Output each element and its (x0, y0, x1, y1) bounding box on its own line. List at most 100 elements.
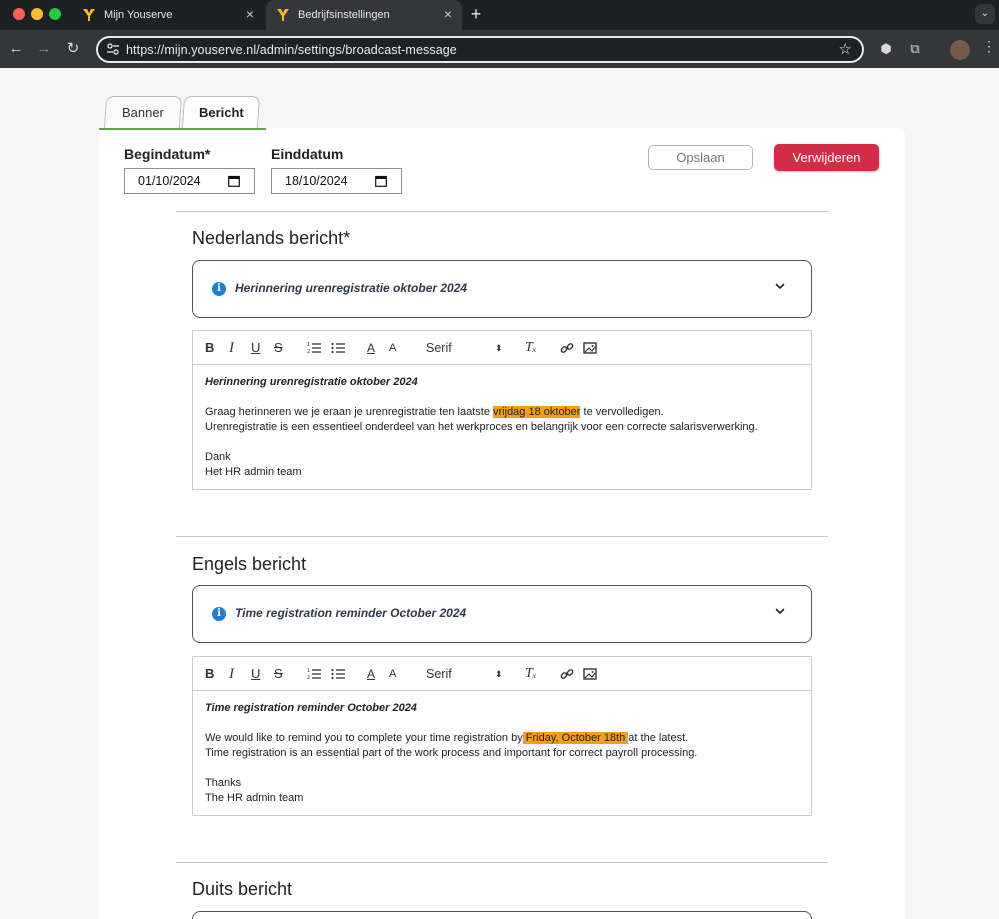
site-settings-icon[interactable] (106, 42, 120, 56)
browser-tab-bar: Mijn Youserve × Bedrijfsinstellingen × +… (0, 0, 999, 30)
address-bar[interactable]: https://mijn.youserve.nl/admin/settings/… (96, 36, 864, 63)
back-arrow-icon[interactable]: ← (6, 39, 26, 59)
info-icon: i (212, 607, 226, 621)
end-date-value: 18/10/2024 (285, 174, 348, 188)
bookmark-star-icon[interactable]: ☆ (839, 40, 852, 58)
start-date-label: Begindatum* (124, 146, 211, 162)
page-content: Banner Bericht Begindatum* 01/10/2024 Ei… (0, 68, 999, 919)
end-date-input[interactable]: 18/10/2024 (271, 168, 402, 194)
tab-bericht[interactable]: Bericht (181, 96, 261, 128)
ordered-list-icon[interactable]: 12 (307, 340, 321, 356)
link-icon[interactable] (560, 666, 574, 682)
forward-arrow-icon[interactable]: → (34, 39, 54, 59)
german-message-accordion[interactable] (192, 911, 812, 919)
youserve-logo-icon (277, 9, 289, 21)
strikethrough-button[interactable]: S (274, 666, 283, 682)
close-tab-icon[interactable]: × (246, 7, 254, 21)
new-tab-button[interactable]: + (466, 4, 486, 25)
background-color-button[interactable]: A (389, 340, 396, 356)
section-divider (176, 536, 828, 537)
save-button[interactable]: Opslaan (648, 145, 753, 170)
editor-toolbar: B I U S 12 A A Serif ⬍ Tₓ (193, 331, 811, 365)
chevron-down-icon[interactable] (775, 606, 785, 616)
text-segment: Graag herinneren we je eraan je urenregi… (205, 406, 494, 418)
underline-button[interactable]: U (251, 666, 260, 682)
image-icon[interactable] (583, 666, 597, 682)
text-segment: te vervolledigen. (580, 406, 664, 418)
italic-button[interactable]: I (229, 340, 234, 356)
reload-icon[interactable]: ↻ (63, 39, 83, 59)
english-message-accordion[interactable]: i Time registration reminder October 202… (192, 585, 812, 643)
clear-formatting-button[interactable]: Tₓ (525, 340, 537, 356)
font-select-arrow-icon[interactable]: ⬍ (495, 666, 503, 682)
ordered-list-icon[interactable]: 12 (307, 666, 321, 682)
browser-menu-icon[interactable]: ⋮ (982, 38, 996, 55)
active-tab-underline (99, 128, 266, 130)
delete-button[interactable]: Verwijderen (774, 144, 879, 171)
underline-button[interactable]: U (251, 340, 260, 356)
strikethrough-button[interactable]: S (274, 340, 283, 356)
text-color-button[interactable]: A (367, 666, 375, 682)
text-color-button[interactable]: A (367, 340, 375, 356)
minimize-window-button[interactable] (31, 8, 43, 20)
extension-icon[interactable]: ⬢ (877, 40, 895, 58)
svg-text:1: 1 (307, 342, 310, 348)
message-signature: Het HR admin team (205, 466, 302, 478)
browser-tab-bedrijfsinstellingen[interactable]: Bedrijfsinstellingen × (266, 0, 462, 30)
link-icon[interactable] (560, 340, 574, 356)
browser-tab-mijn-youserve[interactable]: Mijn Youserve × (72, 0, 264, 30)
background-color-button[interactable]: A (389, 666, 396, 682)
dutch-message-accordion[interactable]: i Herinnering urenregistratie oktober 20… (192, 260, 812, 318)
message-sign-off: Thanks (205, 777, 242, 789)
font-select[interactable]: Serif (426, 666, 452, 682)
bullet-list-icon[interactable] (331, 666, 345, 682)
section-divider (176, 211, 828, 212)
chevron-down-icon[interactable] (775, 281, 785, 291)
text-segment: at the latest. (628, 732, 689, 744)
image-icon[interactable] (583, 340, 597, 356)
start-date-input[interactable]: 01/10/2024 (124, 168, 255, 194)
youserve-logo-icon (83, 9, 95, 21)
bold-button[interactable]: B (205, 666, 214, 682)
maximize-window-button[interactable] (49, 8, 61, 20)
svg-text:2: 2 (307, 675, 310, 681)
english-message-editor[interactable]: B I U S 12 A A Serif ⬍ Tₓ Time registrat… (192, 656, 812, 816)
tab-title: Mijn Youserve (104, 9, 173, 21)
highlighted-date: vrijdag 18 oktober (493, 406, 581, 418)
message-heading: Herinnering urenregistratie oktober 2024 (205, 376, 418, 388)
section-divider (176, 862, 828, 863)
start-date-value: 01/10/2024 (138, 174, 201, 188)
info-icon: i (212, 282, 226, 296)
editor-content[interactable]: Herinnering urenregistratie oktober 2024… (205, 375, 758, 480)
calendar-icon[interactable] (375, 175, 387, 187)
end-date-label: Einddatum (271, 146, 344, 162)
calendar-icon[interactable] (228, 175, 240, 187)
svg-text:2: 2 (307, 349, 310, 355)
editor-toolbar: B I U S 12 A A Serif ⬍ Tₓ (193, 657, 811, 691)
dutch-message-title: Nederlands bericht* (192, 228, 351, 248)
font-select[interactable]: Serif (426, 340, 452, 356)
dutch-message-editor[interactable]: B I U S 12 A A Serif ⬍ Tₓ Herinnering ur… (192, 330, 812, 490)
message-line: Graag herinneren we je eraan je urenregi… (205, 405, 758, 420)
editor-content[interactable]: Time registration reminder October 2024 … (205, 701, 697, 806)
close-tab-icon[interactable]: × (444, 7, 452, 21)
message-type-tabs: Banner Bericht (99, 96, 267, 130)
svg-text:1: 1 (307, 668, 310, 674)
bullet-list-icon[interactable] (331, 340, 345, 356)
message-line: Urenregistratie is een essentieel onderd… (205, 421, 758, 433)
tab-banner[interactable]: Banner (103, 96, 183, 128)
tab-banner-label: Banner (121, 105, 164, 120)
clear-formatting-button[interactable]: Tₓ (525, 666, 537, 682)
bold-button[interactable]: B (205, 340, 214, 356)
accordion-title: Herinnering urenregistratie oktober 2024 (235, 281, 468, 295)
message-sign-off: Dank (205, 451, 231, 463)
english-message-title: Engels bericht (192, 554, 307, 574)
tab-search-button[interactable]: ⌄ (975, 4, 995, 24)
font-select-arrow-icon[interactable]: ⬍ (495, 340, 503, 356)
italic-button[interactable]: I (229, 666, 234, 682)
message-line: We would like to remind you to complete … (205, 731, 697, 746)
profile-avatar[interactable] (950, 40, 970, 60)
close-window-button[interactable] (13, 8, 25, 20)
message-signature: The HR admin team (205, 792, 304, 804)
extensions-puzzle-icon[interactable]: ⧉ (906, 40, 924, 58)
